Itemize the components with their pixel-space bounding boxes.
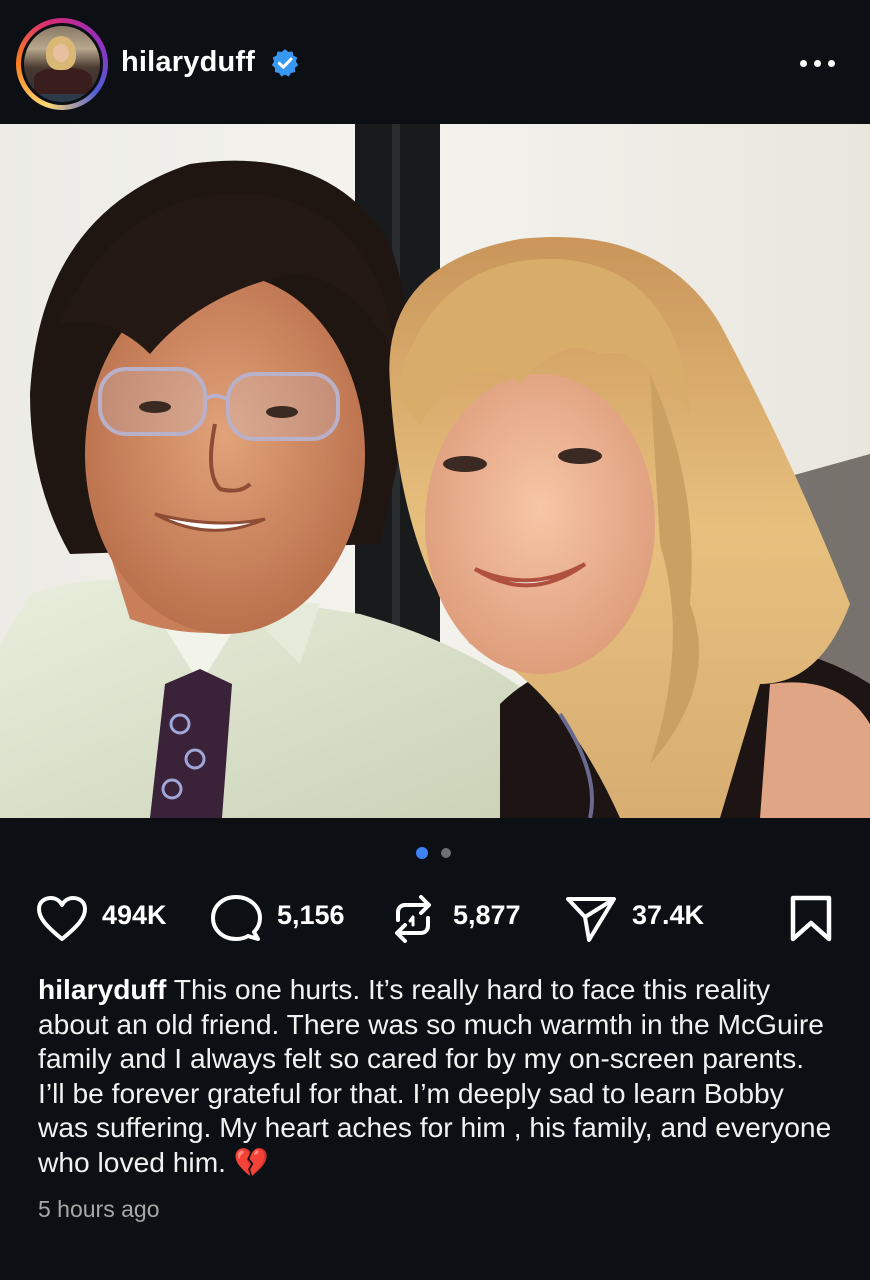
story-ring[interactable] bbox=[16, 18, 108, 110]
avatar[interactable] bbox=[21, 23, 103, 105]
like-count[interactable]: 494K bbox=[102, 900, 167, 931]
repost-icon[interactable] bbox=[390, 892, 436, 946]
repost-count[interactable]: 5,877 bbox=[453, 900, 521, 931]
avatar-photo bbox=[24, 26, 100, 102]
comment-icon[interactable] bbox=[210, 894, 262, 944]
comment-count[interactable]: 5,156 bbox=[277, 900, 345, 931]
verified-badge-icon bbox=[271, 49, 299, 77]
photo-illustration bbox=[0, 124, 870, 818]
username[interactable]: hilaryduff bbox=[121, 46, 255, 79]
bookmark-icon[interactable] bbox=[789, 894, 833, 944]
post-timestamp: 5 hours ago bbox=[38, 1196, 160, 1222]
heart-icon[interactable] bbox=[36, 895, 88, 943]
carousel-indicator bbox=[0, 845, 870, 861]
carousel-dot bbox=[441, 848, 451, 858]
post-image[interactable] bbox=[0, 124, 870, 818]
share-icon[interactable] bbox=[565, 895, 617, 943]
post-header: hilaryduff bbox=[0, 0, 870, 124]
carousel-dot-active bbox=[416, 847, 428, 859]
action-bar: 494K 5,156 5,877 37.4K bbox=[0, 880, 870, 950]
post-caption: hilaryduff This one hurts. It’s really h… bbox=[38, 972, 838, 1180]
caption-username[interactable]: hilaryduff bbox=[38, 973, 166, 1005]
more-options-button[interactable] bbox=[798, 54, 838, 74]
share-count[interactable]: 37.4K bbox=[632, 900, 704, 931]
